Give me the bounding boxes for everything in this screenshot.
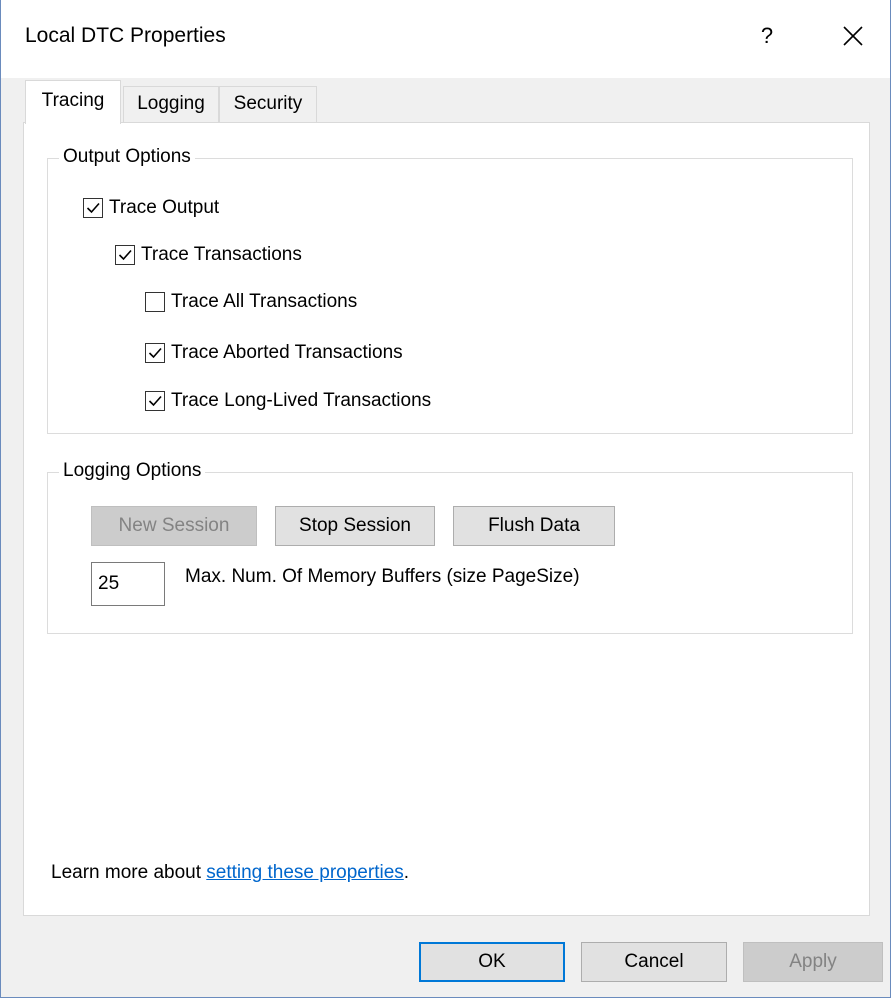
- logging-options-group: [47, 472, 853, 634]
- logging-options-title: Logging Options: [59, 460, 206, 482]
- ok-button[interactable]: OK: [419, 942, 565, 982]
- learn-more-prefix: Learn more about: [51, 862, 207, 883]
- trace-transactions-checkbox[interactable]: [115, 245, 135, 265]
- trace-long-lived-transactions-checkbox[interactable]: [145, 391, 165, 411]
- trace-output-checkbox[interactable]: [83, 198, 103, 218]
- stop-session-button[interactable]: Stop Session: [275, 506, 435, 546]
- close-icon: [843, 26, 863, 46]
- output-options-title: Output Options: [59, 146, 195, 168]
- new-session-button[interactable]: New Session: [91, 506, 257, 546]
- trace-transactions-row[interactable]: Trace Transactions: [115, 240, 302, 270]
- tab-tracing[interactable]: Tracing: [25, 80, 121, 124]
- help-button[interactable]: ?: [749, 16, 785, 56]
- window-title: Local DTC Properties: [25, 24, 226, 47]
- trace-output-row[interactable]: Trace Output: [83, 193, 219, 223]
- trace-output-label: Trace Output: [109, 197, 220, 218]
- learn-more-suffix: .: [403, 862, 410, 883]
- memory-buffers-label: Max. Num. Of Memory Buffers (size PageSi…: [185, 566, 580, 587]
- setting-properties-link[interactable]: setting these properties: [206, 862, 404, 883]
- checkmark-icon: [118, 249, 132, 261]
- trace-long-lived-transactions-label: Trace Long-Lived Transactions: [171, 390, 432, 411]
- dialog-window: Local DTC Properties ? Tracing Logging S…: [0, 0, 891, 998]
- trace-transactions-label: Trace Transactions: [141, 244, 302, 265]
- learn-more-text: Learn more about setting these propertie…: [51, 862, 409, 884]
- checkmark-icon: [86, 202, 100, 214]
- trace-all-transactions-row[interactable]: Trace All Transactions: [145, 287, 357, 317]
- apply-button[interactable]: Apply: [743, 942, 883, 982]
- trace-all-transactions-label: Trace All Transactions: [171, 291, 358, 312]
- tab-logging[interactable]: Logging: [123, 86, 219, 122]
- flush-data-button[interactable]: Flush Data: [453, 506, 615, 546]
- close-button[interactable]: [831, 16, 875, 56]
- checkmark-icon: [148, 395, 162, 407]
- trace-aborted-transactions-row[interactable]: Trace Aborted Transactions: [145, 338, 403, 368]
- checkmark-icon: [148, 347, 162, 359]
- trace-all-transactions-checkbox[interactable]: [145, 292, 165, 312]
- tab-security[interactable]: Security: [219, 86, 317, 122]
- trace-aborted-transactions-checkbox[interactable]: [145, 343, 165, 363]
- trace-long-lived-transactions-row[interactable]: Trace Long-Lived Transactions: [145, 386, 431, 416]
- title-bar: Local DTC Properties ?: [1, 0, 890, 78]
- trace-aborted-transactions-label: Trace Aborted Transactions: [171, 342, 403, 363]
- memory-buffers-input[interactable]: 25: [91, 562, 165, 606]
- cancel-button[interactable]: Cancel: [581, 942, 727, 982]
